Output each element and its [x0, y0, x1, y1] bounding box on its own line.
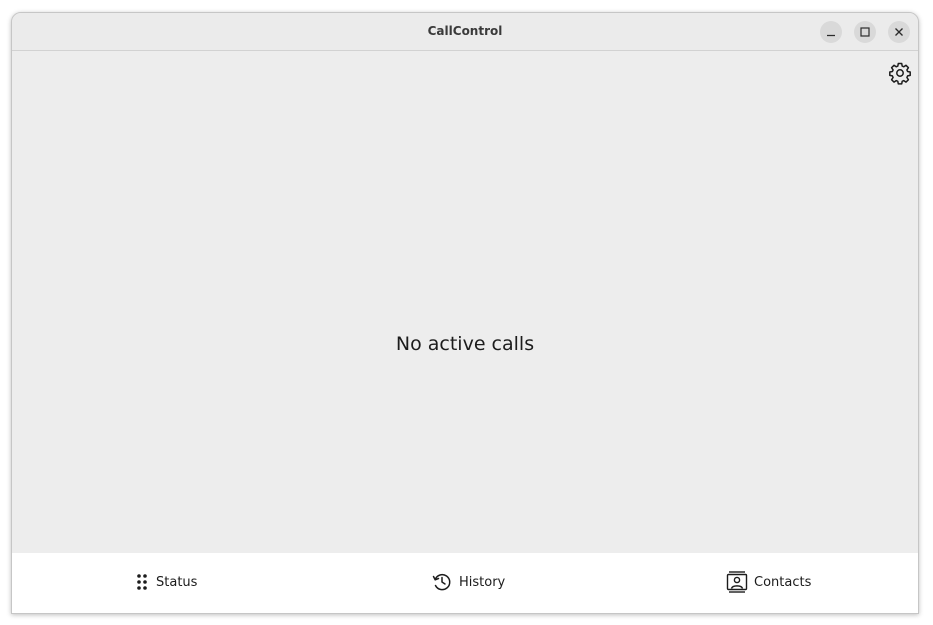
maximize-button[interactable] [854, 21, 876, 43]
nav-contacts-button[interactable]: Contacts [726, 570, 811, 594]
app-window: CallControl No active calls Status Histo… [11, 12, 919, 614]
maximize-icon [860, 27, 870, 37]
nav-history-label: History [459, 574, 506, 590]
nav-status-label: Status [156, 574, 198, 590]
close-icon [895, 28, 903, 36]
gear-icon [889, 62, 911, 85]
empty-state-message: No active calls [395, 333, 535, 355]
nav-contacts-label: Contacts [754, 574, 812, 590]
dialpad-icon [137, 574, 147, 590]
nav-history-button[interactable]: History [431, 570, 505, 594]
settings-button[interactable] [888, 61, 912, 85]
minimize-button[interactable] [820, 21, 842, 43]
contacts-icon [726, 571, 748, 593]
nav-status-button[interactable]: Status [134, 570, 197, 594]
window-title: CallControl [427, 24, 503, 38]
history-icon [432, 573, 451, 591]
minimize-icon [827, 34, 835, 37]
bottom-navigation: Status History Contacts [12, 553, 918, 613]
title-bar: CallControl [12, 13, 918, 51]
close-button[interactable] [888, 21, 910, 43]
main-content: No active calls [12, 51, 918, 553]
